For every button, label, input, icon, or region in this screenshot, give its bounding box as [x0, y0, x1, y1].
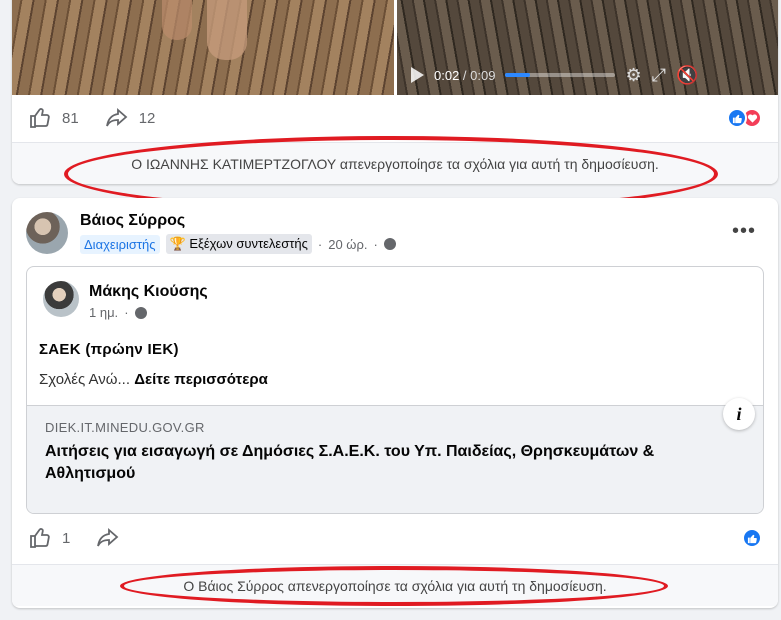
like-count: 81: [62, 109, 79, 127]
like-count: 1: [62, 529, 71, 547]
link-title[interactable]: Αιτήσεις για εισαγωγή σε Δημόσιες Σ.Α.Ε.…: [45, 441, 745, 485]
like-reaction-icon: [742, 528, 762, 548]
settings-gear-icon[interactable]: ⚙: [625, 65, 641, 86]
shared-post-title: ΣΑΕΚ (πρώην ΙΕΚ): [39, 341, 179, 358]
play-icon[interactable]: [411, 67, 424, 83]
globe-icon: [383, 238, 396, 250]
share-arrow-icon: [97, 528, 119, 547]
meta-separator: ·: [373, 236, 378, 252]
admin-badge[interactable]: Διαχειριστής: [80, 234, 160, 254]
like-thumb-icon: [30, 528, 50, 548]
media-row: 0:02 / 0:09 ⚙ ⤢ 🔇: [12, 0, 778, 95]
author-name[interactable]: Βάιος Σύρρος: [80, 212, 185, 230]
shared-author-avatar[interactable]: [43, 281, 79, 317]
link-preview[interactable]: i DIEK.IT.MINEDU.GOV.GR Αιτήσεις για εισ…: [27, 398, 763, 513]
post-meta: Διαχειριστής 🏆 Εξέχων συντελεστής · 20 ώ…: [80, 234, 396, 254]
shared-post-time[interactable]: 1 ημ.: [89, 305, 118, 320]
top-contributor-badge[interactable]: 🏆 Εξέχων συντελεστής: [165, 234, 312, 254]
photo-detail: [207, 0, 247, 60]
author-avatar[interactable]: [26, 212, 68, 254]
comments-disabled-text: Ο Βάιος Σύρρος απενεργοποίησε τα σχόλια …: [183, 577, 607, 594]
comments-disabled-notice: Ο ΙΩΑΝΝΗΣ ΚΑΤΙΜΕΡΤΖΟΓΛΟΥ απενεργοποίησε …: [12, 142, 778, 184]
like-action[interactable]: 1: [28, 526, 70, 550]
reactions-summary[interactable]: [742, 528, 762, 548]
like-thumb-icon: [30, 108, 50, 128]
share-count: 12: [138, 109, 156, 127]
post-stats: 1: [12, 520, 778, 556]
fullscreen-icon[interactable]: ⤢: [652, 65, 666, 86]
video-time-current: 0:02: [434, 67, 460, 83]
post-stats: 81 12: [12, 100, 778, 136]
like-action[interactable]: 81: [28, 106, 79, 130]
comments-disabled-text: Ο ΙΩΑΝΝΗΣ ΚΑΤΙΜΕΡΤΖΟΓΛΟΥ απενεργοποίησε …: [131, 155, 659, 172]
link-domain: DIEK.IT.MINEDU.GOV.GR: [45, 420, 205, 435]
post-photo[interactable]: [12, 0, 394, 95]
post-header: Βάιος Σύρρος Διαχειριστής 🏆 Εξέχων συντε…: [26, 210, 764, 256]
shared-post-excerpt: Σχολές Ανώ...: [39, 371, 131, 388]
shared-post-meta: 1 ημ. ·: [89, 305, 147, 320]
video-time-separator: /: [459, 67, 471, 83]
see-more-link[interactable]: Δείτε περισσότερα: [134, 371, 268, 388]
video-progress-bar[interactable]: [505, 73, 616, 77]
like-reaction-icon: [727, 108, 747, 128]
post-video[interactable]: 0:02 / 0:09 ⚙ ⤢ 🔇: [397, 0, 778, 95]
share-action[interactable]: 12: [105, 106, 156, 130]
shared-post-text: Σχολές Ανώ... Δείτε περισσότερα: [39, 371, 268, 388]
more-options-icon[interactable]: •••: [732, 220, 756, 243]
post-card-1: 0:02 / 0:09 ⚙ ⤢ 🔇 81 12 Ο ΙΩΑΝΝΗΣ ΚΑΤΙΜΕ…: [12, 0, 778, 184]
video-time-total: 0:09: [470, 67, 496, 83]
globe-icon: [134, 306, 147, 319]
shared-author-name[interactable]: Μάκης Κιούσης: [89, 283, 208, 301]
info-icon[interactable]: i: [723, 398, 755, 430]
share-action[interactable]: [96, 526, 120, 550]
video-progress-fill: [505, 73, 530, 77]
post-time[interactable]: 20 ώρ.: [328, 237, 367, 252]
photo-detail: [162, 0, 192, 40]
video-time: 0:02 / 0:09: [434, 68, 495, 83]
reactions-summary[interactable]: [727, 108, 762, 128]
meta-separator: ·: [317, 236, 323, 252]
share-arrow-icon: [105, 108, 128, 127]
mute-icon[interactable]: 🔇: [676, 65, 698, 86]
meta-separator: ·: [124, 305, 129, 320]
comments-disabled-notice: Ο Βάιος Σύρρος απενεργοποίησε τα σχόλια …: [12, 564, 778, 606]
post-card-2: Βάιος Σύρρος Διαχειριστής 🏆 Εξέχων συντε…: [12, 198, 778, 608]
video-controls: 0:02 / 0:09 ⚙ ⤢ 🔇: [397, 55, 778, 95]
shared-post[interactable]: Μάκης Κιούσης 1 ημ. · ΣΑΕΚ (πρώην ΙΕΚ) Σ…: [26, 266, 764, 514]
